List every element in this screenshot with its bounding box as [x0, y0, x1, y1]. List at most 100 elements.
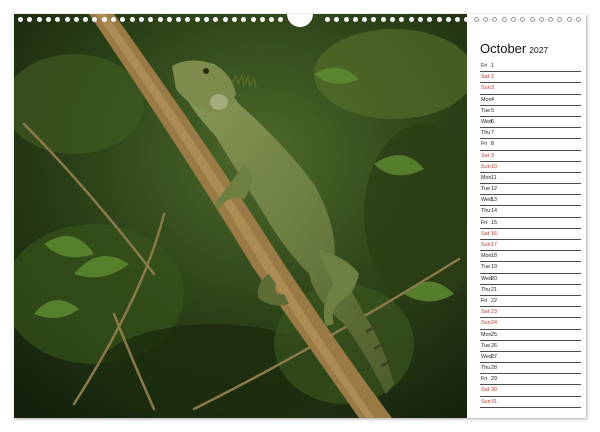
day-row: Fri 15 [480, 218, 581, 229]
day-row: Wed 20 [480, 274, 581, 285]
weekday-label: Fri [481, 219, 488, 226]
binding-hole [36, 17, 42, 22]
binding-hole [83, 17, 89, 22]
binding-hole [538, 17, 544, 22]
binding-hole [343, 17, 349, 22]
weekday-label: Sun [481, 320, 491, 327]
binding-hole [157, 17, 163, 22]
weekday-label: Sat [481, 387, 490, 394]
calendar-panel: October 2027 Fri 1 Sat 2 Sun 3 Mon 4 Tue 5 Wed 6 Thu 7… [472, 30, 582, 414]
day-row: Tue 19 [480, 262, 581, 274]
iguana-photo [14, 14, 467, 418]
day-number: 5 [491, 107, 494, 114]
weekday-label: Tue [481, 264, 491, 271]
day-number: 30 [491, 387, 497, 394]
day-row: Sat 30 [480, 385, 581, 397]
day-number: 3 [491, 85, 494, 92]
day-number: 7 [491, 130, 494, 137]
day-row: Mon 18 [480, 251, 581, 263]
day-row: Sat 23 [480, 307, 581, 319]
day-number: 11 [491, 174, 497, 181]
weekday-label: Mon [481, 253, 492, 260]
weekday-label: Sun [481, 242, 491, 248]
binding-hole [138, 17, 144, 22]
binding-hole [241, 17, 247, 22]
day-number: 26 [491, 342, 497, 349]
day-row: Thu 7 [480, 128, 581, 140]
day-number: 14 [491, 208, 497, 215]
binding-hole [18, 17, 23, 22]
day-row: Fri 29 [480, 374, 581, 386]
day-number: 13 [491, 197, 497, 204]
day-number: 20 [491, 275, 497, 282]
day-row: Sat 2 [480, 72, 581, 84]
day-number: 6 [491, 118, 494, 125]
weekday-label: Sat [481, 74, 490, 81]
binding-hole [111, 17, 116, 22]
binding-hole [120, 17, 126, 22]
binding-hole [399, 17, 405, 22]
day-number: 28 [491, 365, 497, 372]
binding-hole [269, 17, 275, 22]
binding-hole [371, 17, 377, 22]
weekday-label: Tue [481, 186, 491, 193]
day-row: Thu 21 [480, 285, 581, 296]
day-row: Tue 26 [480, 341, 581, 352]
binding-hole [362, 17, 368, 22]
day-number: 29 [491, 376, 497, 383]
day-row: Wed 13 [480, 195, 581, 207]
binding-hole [445, 17, 451, 22]
day-row: Sat 9 [480, 151, 581, 162]
binding-hole [278, 17, 284, 22]
binding-hole [259, 17, 265, 22]
day-number: 1 [491, 63, 494, 69]
weekday-label: Tue [481, 342, 491, 349]
binding-hole [464, 17, 470, 22]
day-row: Sun 3 [480, 83, 581, 95]
binding-hole [64, 17, 70, 22]
weekday-label: Fri [481, 297, 488, 304]
binding-hole [352, 17, 358, 22]
binding-hole [529, 17, 535, 22]
binding-hole [213, 17, 219, 22]
weekday-label: Mon [481, 96, 492, 103]
binding-hole [501, 17, 507, 22]
binding-hole [576, 17, 581, 22]
binding-hole [483, 17, 488, 22]
weekday-label: Sun [481, 85, 491, 92]
day-number: 25 [491, 331, 497, 338]
binding-hole [204, 17, 209, 22]
weekday-label: Fri [481, 63, 488, 69]
day-row: Wed 27 [480, 352, 581, 364]
binding-hole [548, 17, 554, 22]
binding-hole [185, 17, 191, 22]
weekday-label: Thu [481, 208, 491, 215]
binding-hole [222, 17, 228, 22]
binding-hole [27, 17, 33, 22]
day-number: 10 [491, 163, 497, 170]
day-number: 27 [491, 353, 497, 360]
day-row: Sun 24 [480, 318, 581, 330]
day-row: Tue 12 [480, 184, 581, 196]
day-number: 22 [491, 297, 497, 304]
binding-hole [473, 17, 479, 22]
day-row: Tue 5 [480, 106, 581, 117]
day-row: Sun 10 [480, 162, 581, 173]
day-number: 18 [491, 253, 497, 260]
weekday-label: Thu [481, 286, 491, 293]
day-number: 17 [491, 242, 497, 248]
weekday-label: Thu [481, 365, 491, 372]
binding-hole [427, 17, 433, 22]
day-number: 9 [491, 152, 494, 159]
binding-hole [380, 17, 386, 22]
weekday-label: Sun [481, 398, 491, 405]
day-number: 8 [491, 141, 494, 148]
binding-hole [194, 17, 200, 22]
weekday-label: Sun [481, 163, 491, 170]
binding-hole [492, 17, 498, 22]
day-row: Wed 6 [480, 117, 581, 129]
weekday-label: Sat [481, 309, 490, 316]
weekday-label: Thu [481, 130, 491, 137]
day-row: Thu 28 [480, 363, 581, 375]
day-number: 12 [491, 186, 497, 193]
